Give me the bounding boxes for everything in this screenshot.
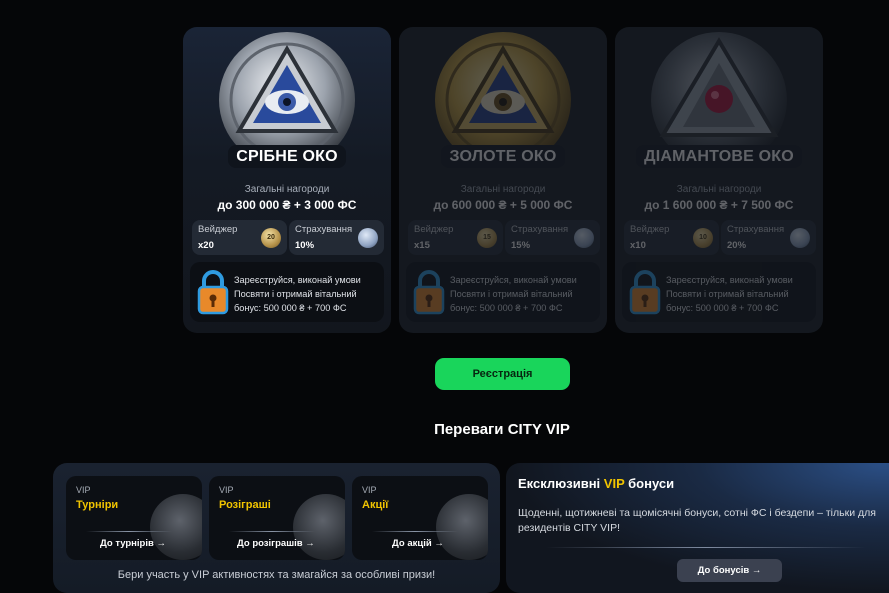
card-diamond-eye[interactable]: ДІАМАНТОВЕ ОКО Загальні нагороди до 1 60… (615, 27, 823, 333)
card-gold-eye[interactable]: ЗОЛОТЕ ОКО Загальні нагороди до 600 000 … (399, 27, 607, 333)
wager-stat: Вейджер x10 10 (624, 220, 719, 255)
shield-badge-icon (574, 228, 594, 248)
gold-coin-badge-icon: 15 (477, 228, 497, 248)
to-promotions-link[interactable]: До акцій → (392, 538, 444, 549)
insurance-value: 15% (511, 240, 531, 251)
wager-stat: Вейджер x15 15 (408, 220, 503, 255)
arrow-right-icon: → (434, 538, 444, 549)
vip-card-tournaments[interactable]: VIP Турніри До турнірів → (66, 476, 202, 560)
vip-card-promotions[interactable]: VIP Акції До акцій → (352, 476, 488, 560)
wager-value: x20 (198, 240, 214, 251)
padlock-icon (197, 270, 229, 315)
gold-coin-badge-icon: 20 (261, 228, 281, 248)
divider (372, 531, 458, 532)
padlock-icon (629, 270, 661, 315)
register-button[interactable]: Реєстрація (435, 358, 570, 390)
vip-tag: VIP (362, 485, 377, 495)
card-amount: до 1 600 000 ₴ + 7 500 ФС (644, 198, 794, 212)
vip-footer-text: Бери участь у VIP активностях та змагайс… (117, 569, 436, 581)
exclusive-bonus-panel: Ексклюзивні VIP бонуси Щоденні, щотижнев… (506, 463, 889, 593)
insurance-label: Страхування (295, 224, 353, 235)
card-title: ДІАМАНТОВЕ ОКО (615, 145, 823, 168)
insurance-stat: Страхування 15% (505, 220, 600, 255)
to-raffles-link[interactable]: До розіграшів → (237, 538, 315, 549)
card-silver-eye[interactable]: СРІБНЕ ОКО Загальні нагороди до 300 000 … (183, 27, 391, 333)
insurance-value: 20% (727, 240, 747, 251)
wager-label: Вейджер (630, 224, 670, 235)
insurance-stat: Страхування 10% (289, 220, 384, 255)
vip-card-title: Акції (362, 499, 389, 511)
arrow-right-icon: → (751, 565, 762, 576)
welcome-bonus-box: Зареєструйся, виконай умови Посвяти і от… (190, 262, 384, 322)
card-subtitle: Загальні нагороди (676, 184, 762, 195)
card-amount: до 300 000 ₴ + 3 000 ФС (217, 198, 357, 212)
padlock-icon (413, 270, 445, 315)
welcome-bonus-text: Зареєструйся, виконай умови Посвяти і от… (666, 275, 793, 313)
vip-emblem-icon (436, 494, 488, 560)
welcome-bonus-text: Зареєструйся, виконай умови Посвяти і от… (450, 275, 577, 313)
welcome-bonus-text: Зареєструйся, виконай умови Посвяти і от… (234, 275, 361, 313)
vip-tag: VIP (76, 485, 91, 495)
card-title: ЗОЛОТЕ ОКО (399, 145, 607, 168)
wager-label: Вейджер (198, 224, 238, 235)
to-bonuses-button[interactable]: До бонусів → (677, 559, 782, 582)
divider (229, 531, 315, 532)
wager-value: x10 (630, 240, 646, 251)
insurance-stat: Страхування 20% (721, 220, 816, 255)
shield-badge-icon (358, 228, 378, 248)
vip-card-title: Розіграші (219, 499, 271, 511)
card-amount: до 600 000 ₴ + 5 000 ФС (433, 198, 573, 212)
divider (546, 547, 866, 548)
vip-activities-panel: VIP Турніри До турнірів → VIP Розіграші … (53, 463, 500, 593)
sword-emblem-icon (150, 494, 202, 560)
section-title: Переваги CITY VIP (434, 421, 570, 438)
vip-card-raffles[interactable]: VIP Розіграші До розіграшів → (209, 476, 345, 560)
wager-label: Вейджер (414, 224, 454, 235)
welcome-bonus-box: Зареєструйся, виконай умови Посвяти і от… (406, 262, 600, 322)
bonus-description: Щоденні, щотижневі та щомісячні бонуси, … (518, 507, 876, 534)
dice-emblem-icon (293, 494, 345, 560)
card-subtitle: Загальні нагороди (460, 184, 546, 195)
arrow-right-icon: → (156, 538, 166, 549)
insurance-label: Страхування (511, 224, 569, 235)
vip-tag: VIP (219, 485, 234, 495)
insurance-value: 10% (295, 240, 315, 251)
welcome-bonus-box: Зареєструйся, виконай умови Посвяти і от… (622, 262, 816, 322)
bonus-title: Ексклюзивні VIP бонуси (518, 476, 675, 491)
vip-card-title: Турніри (76, 499, 119, 511)
arrow-right-icon: → (305, 538, 315, 549)
wager-stat: Вейджер x20 20 (192, 220, 287, 255)
wager-value: x15 (414, 240, 430, 251)
to-tournaments-link[interactable]: До турнірів → (100, 538, 166, 549)
divider (86, 531, 172, 532)
card-title: СРІБНЕ ОКО (183, 145, 391, 168)
insurance-label: Страхування (727, 224, 785, 235)
card-subtitle: Загальні нагороди (244, 184, 330, 195)
shield-badge-icon (790, 228, 810, 248)
gold-coin-badge-icon: 10 (693, 228, 713, 248)
